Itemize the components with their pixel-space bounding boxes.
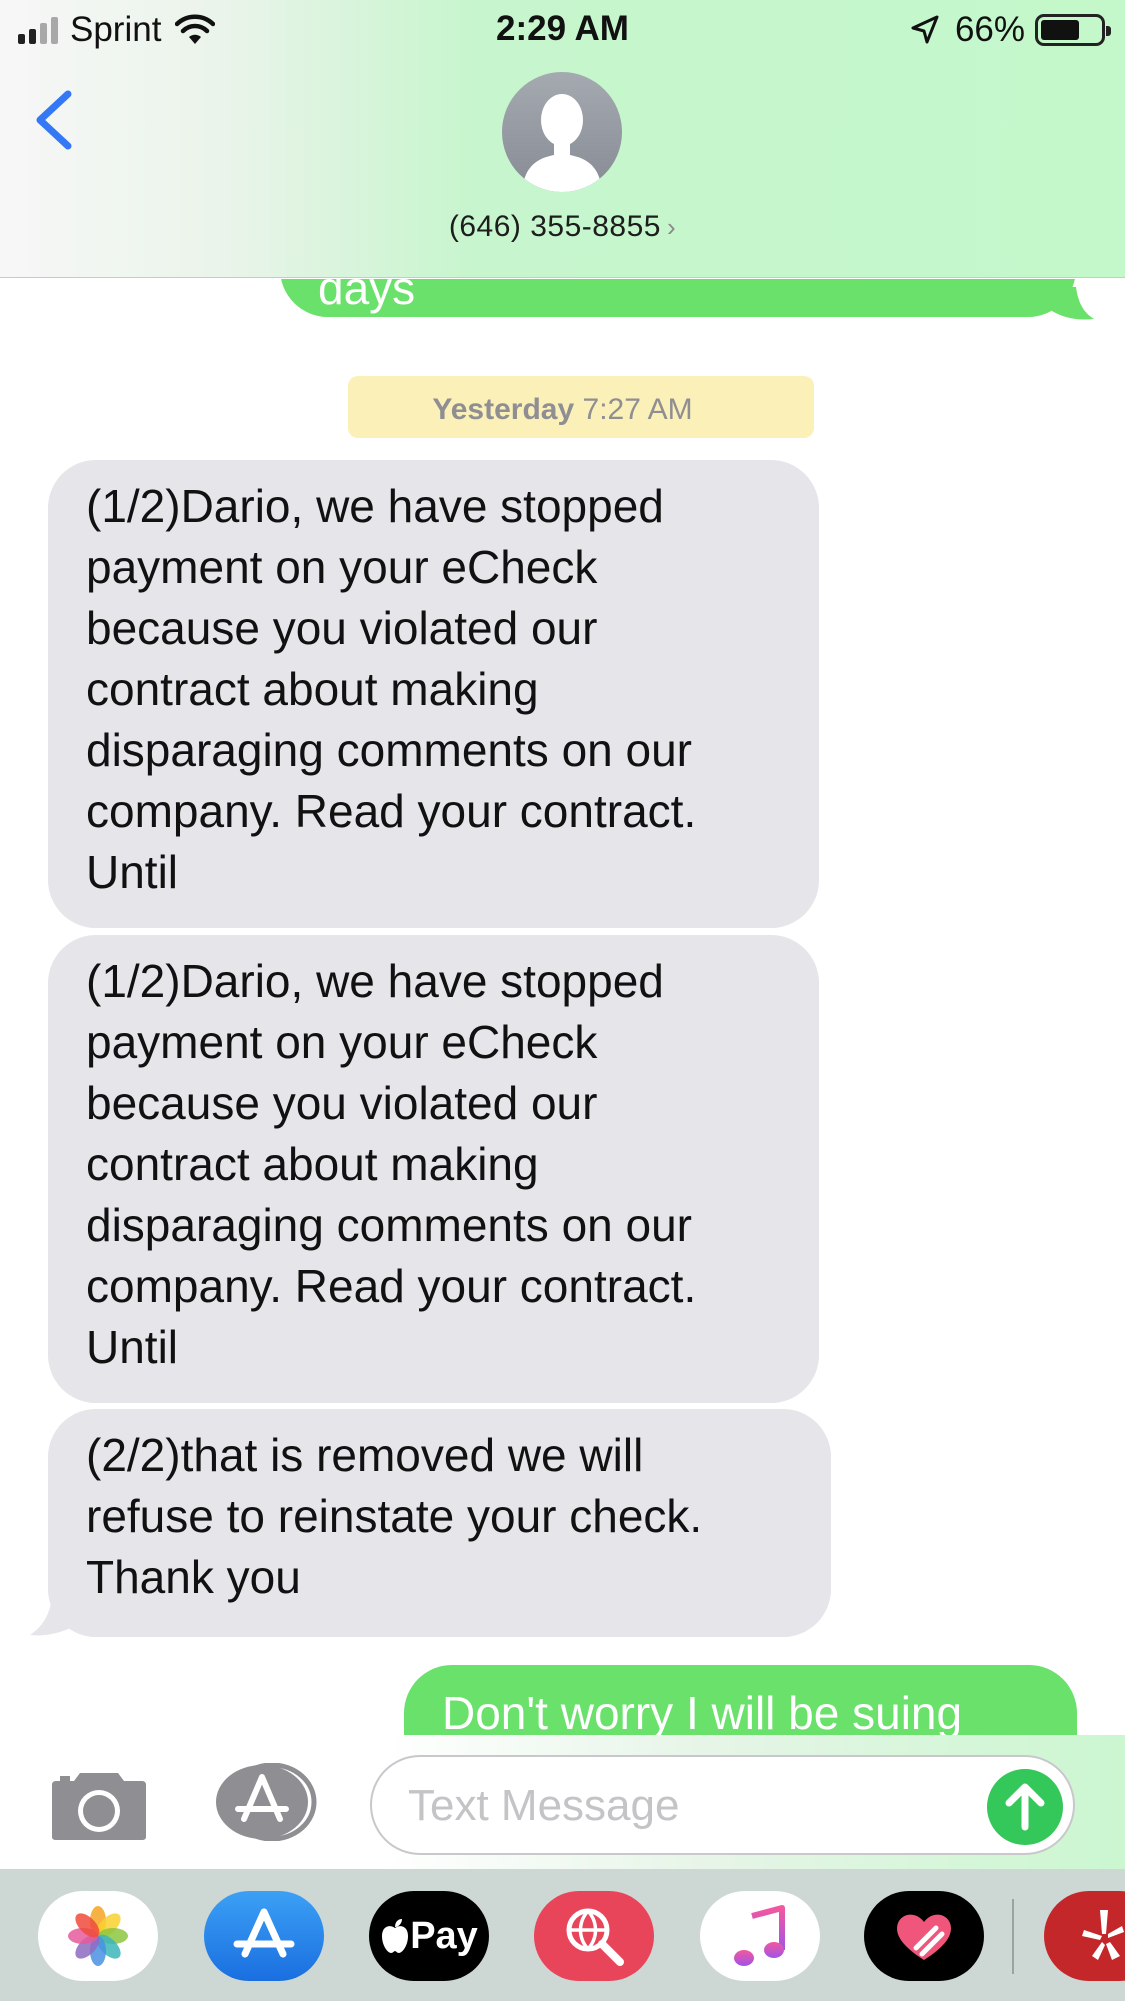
message-text: (2/2)that is removed we will refuse to r… bbox=[86, 1429, 703, 1603]
message-bubble-outgoing[interactable]: Don't worry I will be suing bbox=[404, 1665, 1077, 1735]
battery-fill bbox=[1041, 20, 1079, 40]
message-list[interactable]: days Yesterday 7:27 AM (1/2)Dario, we ha… bbox=[0, 279, 1125, 1735]
message-bubble-outgoing-partial[interactable]: days bbox=[280, 279, 1076, 317]
message-bubble-incoming[interactable]: (1/2)Dario, we have stopped payment on y… bbox=[48, 935, 819, 1403]
message-bubble-incoming[interactable]: (1/2)Dario, we have stopped payment on y… bbox=[48, 460, 819, 928]
compose-bar bbox=[0, 1735, 1125, 1869]
yelp-icon bbox=[1082, 1910, 1124, 1960]
contact-chevron-icon: › bbox=[666, 212, 677, 242]
contact-avatar[interactable] bbox=[502, 72, 622, 192]
contact-number-text: (646) 355-8855 bbox=[448, 210, 661, 243]
music-note-icon bbox=[734, 1905, 785, 1966]
timestamp-time: 7:27 AM bbox=[582, 393, 693, 426]
app-store-icon[interactable] bbox=[210, 1763, 320, 1841]
image-search-app-icon[interactable] bbox=[534, 1891, 654, 1981]
apple-pay-label: Pay bbox=[380, 1915, 478, 1958]
bubble-tail-incoming bbox=[30, 1597, 84, 1636]
camera-icon[interactable] bbox=[50, 1767, 148, 1841]
battery-nub bbox=[1106, 26, 1111, 36]
imessage-app-drawer: Pay bbox=[0, 1869, 1125, 2001]
back-chevron-icon[interactable] bbox=[30, 84, 80, 156]
app-store-app-icon[interactable] bbox=[204, 1891, 324, 1981]
message-text: (1/2)Dario, we have stopped payment on y… bbox=[86, 955, 697, 1373]
battery-percent: 66% bbox=[954, 10, 1025, 49]
battery-icon bbox=[1035, 14, 1111, 46]
person-silhouette-icon bbox=[522, 94, 602, 192]
apple-pay-text: Pay bbox=[410, 1914, 478, 1957]
location-arrow-icon bbox=[911, 15, 939, 44]
heart-icon bbox=[897, 1914, 951, 1960]
apple-logo-icon bbox=[382, 1919, 409, 1953]
app-store-icon bbox=[233, 1908, 295, 1958]
message-text-field[interactable] bbox=[370, 1755, 1075, 1855]
conversation-header: Sprint 2:29 AM 66% (646) 355-8855 › bbox=[0, 0, 1125, 278]
message-text: Don't worry I will be suing bbox=[442, 1687, 963, 1735]
message-text: (1/2)Dario, we have stopped payment on y… bbox=[86, 480, 697, 898]
arrow-up-icon bbox=[1005, 1783, 1045, 1831]
status-bar: Sprint 2:29 AM 66% bbox=[0, 0, 1125, 62]
timestamp-day: Yesterday bbox=[432, 393, 575, 426]
message-timestamp: Yesterday 7:27 AM bbox=[0, 393, 1125, 427]
apple-pay-app-icon[interactable]: Pay bbox=[369, 1891, 489, 1981]
photos-app-icon[interactable] bbox=[38, 1891, 158, 1981]
message-text: days bbox=[318, 279, 416, 314]
send-button[interactable] bbox=[987, 1769, 1063, 1845]
drawer-divider bbox=[1012, 1899, 1014, 1974]
status-right: 66% bbox=[909, 10, 1111, 50]
yelp-app-icon[interactable] bbox=[1044, 1891, 1125, 1981]
bubble-tail-outgoing bbox=[1040, 287, 1094, 320]
globe-search-icon bbox=[566, 1908, 624, 1966]
contact-number[interactable]: (646) 355-8855 › bbox=[0, 210, 1125, 244]
photos-icon bbox=[68, 1906, 128, 1966]
message-input[interactable] bbox=[408, 1779, 968, 1833]
message-bubble-incoming[interactable]: (2/2)that is removed we will refuse to r… bbox=[48, 1409, 831, 1637]
digital-touch-app-icon[interactable] bbox=[864, 1891, 984, 1981]
music-app-icon[interactable] bbox=[700, 1891, 820, 1981]
